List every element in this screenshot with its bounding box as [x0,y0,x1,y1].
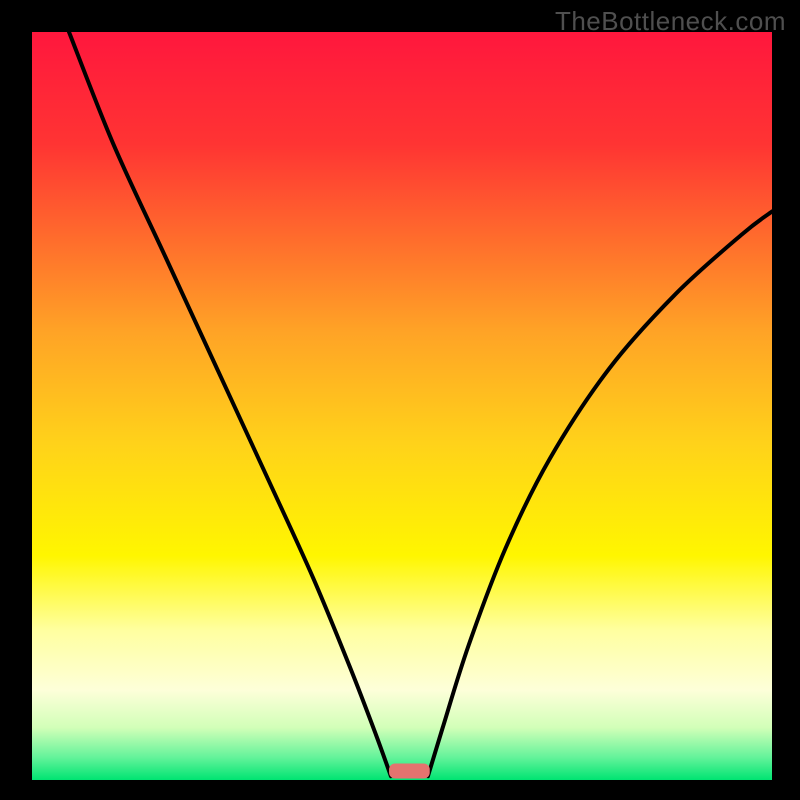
chart-canvas: TheBottleneck.com [0,0,800,800]
plot-area [32,32,772,780]
gradient-background [32,32,772,780]
chart-svg [0,0,800,800]
bottleneck-marker [389,764,430,779]
watermark-text: TheBottleneck.com [555,6,786,37]
